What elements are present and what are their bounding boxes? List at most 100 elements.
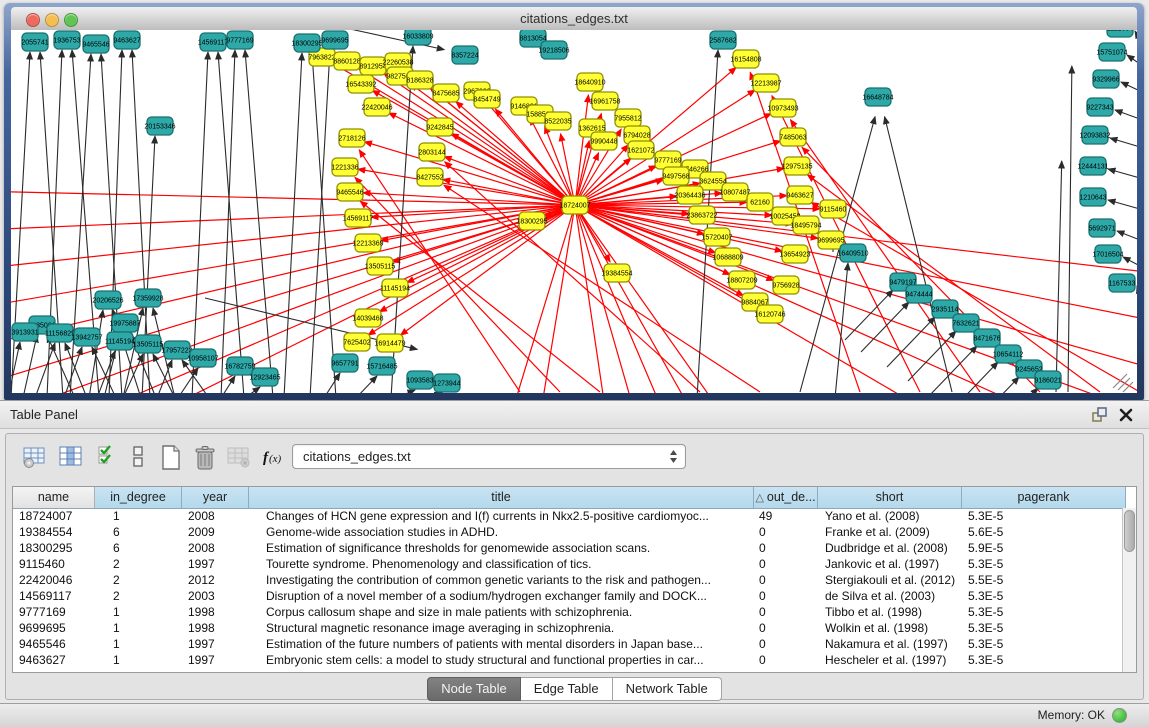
table-settings-button[interactable]: [20, 442, 50, 472]
new-column-button[interactable]: [156, 442, 186, 472]
graph-node[interactable]: 18495794: [790, 216, 821, 234]
graph-node[interactable]: 1221336: [331, 158, 358, 176]
graph-node[interactable]: 16914479: [374, 334, 405, 352]
table-row[interactable]: 2242004622012Investigating the contribut…: [13, 572, 1123, 588]
graph-node[interactable]: 13505115: [365, 257, 396, 275]
show-columns-button[interactable]: [56, 442, 86, 472]
graph-node[interactable]: 2803144: [418, 143, 445, 161]
graph-node[interactable]: 9756928: [772, 276, 799, 294]
graph-node[interactable]: 8357224: [451, 46, 478, 64]
graph-node[interactable]: 8471676: [973, 329, 1000, 347]
graph-node[interactable]: 9465546: [336, 183, 363, 201]
graph-node[interactable]: 9777169: [654, 151, 681, 169]
graph-node[interactable]: 9497568: [662, 167, 689, 185]
graph-node[interactable]: 9242845: [426, 118, 453, 136]
graph-node[interactable]: 2718126: [338, 129, 365, 147]
graph-node[interactable]: 16033809: [402, 30, 433, 45]
graph-node[interactable]: 5692971: [1088, 219, 1115, 237]
network-window-titlebar[interactable]: citations_edges.txt: [11, 7, 1137, 31]
graph-node[interactable]: 16543392: [345, 75, 376, 93]
graph-node[interactable]: 9115460: [820, 200, 847, 218]
column-header-short[interactable]: short: [818, 487, 962, 508]
graph-node[interactable]: 9699695: [321, 31, 348, 49]
graph-node[interactable]: 8454749: [473, 90, 500, 108]
graph-node[interactable]: 20206526: [92, 291, 123, 309]
graph-node[interactable]: 16648784: [862, 88, 893, 106]
table-row[interactable]: 977716911998Corpus callosum shape and si…: [13, 604, 1123, 620]
column-header-title[interactable]: title: [249, 487, 754, 508]
column-header-name[interactable]: name: [13, 487, 95, 508]
graph-node[interactable]: 15720407: [701, 228, 732, 246]
graph-node[interactable]: 9657791: [331, 354, 358, 372]
table-row[interactable]: 911546021997Tourette syndrome. Phenomeno…: [13, 556, 1123, 572]
select-rows-button[interactable]: [94, 442, 124, 472]
graph-node[interactable]: 22420046: [361, 98, 392, 116]
graph-node[interactable]: 9463627: [113, 31, 140, 49]
graph-node[interactable]: 13654923: [779, 245, 810, 263]
graph-node[interactable]: 19384554: [601, 264, 632, 282]
graph-node[interactable]: 10688809: [712, 248, 743, 266]
graph-node[interactable]: 19218506: [538, 41, 569, 59]
graph-node[interactable]: 13942757: [71, 328, 102, 346]
table-row[interactable]: 1830029562008Estimation of significance …: [13, 540, 1123, 556]
graph-node[interactable]: 7625402: [343, 333, 370, 351]
graph-node[interactable]: 10958107: [187, 349, 218, 367]
graph-node[interactable]: 12213987: [750, 74, 781, 92]
graph-node[interactable]: 12093832: [1079, 126, 1110, 144]
graph-node[interactable]: 1093583: [406, 371, 433, 389]
graph-node[interactable]: 10973493: [767, 99, 798, 117]
graph-node[interactable]: 14569117: [198, 33, 229, 51]
window-resize-grip[interactable]: [1113, 374, 1133, 392]
function-builder-button[interactable]: f (x): [258, 442, 288, 472]
graph-node[interactable]: 1210643: [1079, 188, 1106, 206]
table-row[interactable]: 969969511998Structural magnetic resonanc…: [13, 620, 1123, 636]
column-header-out_de[interactable]: △out_de...: [754, 487, 818, 508]
graph-node[interactable]: 8186328: [406, 71, 433, 89]
graph-node[interactable]: 18300295: [291, 34, 322, 52]
graph-node[interactable]: 14569117: [343, 209, 374, 227]
delete-column-button[interactable]: [190, 442, 220, 472]
graph-node[interactable]: 23863722: [686, 206, 717, 224]
graph-node[interactable]: 18640910: [574, 73, 605, 91]
graph-node[interactable]: 19975887: [109, 314, 140, 332]
table-scrollbar[interactable]: [1122, 508, 1136, 672]
graph-node[interactable]: 11145194: [105, 332, 135, 350]
graph-node[interactable]: 12444131: [1077, 157, 1108, 175]
column-header-year[interactable]: year: [182, 487, 249, 508]
table-row[interactable]: 1456911722003Disruption of a novel membe…: [13, 588, 1123, 604]
graph-node[interactable]: 18807209: [726, 271, 757, 289]
graph-node[interactable]: 20153346: [144, 117, 175, 135]
float-panel-icon[interactable]: [1091, 406, 1109, 424]
graph-node[interactable]: 9463627: [786, 186, 813, 204]
graph-node[interactable]: 17016504: [1092, 245, 1123, 263]
network-window[interactable]: citations_edges.txt 18724007796382288601…: [4, 3, 1144, 400]
graph-node[interactable]: 9465546: [82, 35, 109, 53]
graph-node[interactable]: 8860128: [333, 52, 360, 70]
graph-node[interactable]: 9329966: [1092, 70, 1119, 88]
graph-node[interactable]: 16154808: [730, 50, 761, 68]
graph-node[interactable]: 18724007: [559, 196, 590, 214]
graph-node[interactable]: 14039468: [352, 309, 383, 327]
graph-node[interactable]: 20364436: [674, 186, 705, 204]
graph-node[interactable]: 1936753: [53, 31, 80, 49]
table-row[interactable]: 946554611997Estimation of the future num…: [13, 636, 1123, 652]
graph-node[interactable]: 7485063: [779, 128, 806, 146]
graph-node[interactable]: 18300295: [516, 212, 547, 230]
graph-node[interactable]: 9777169: [226, 31, 253, 49]
delete-table-button[interactable]: [224, 442, 254, 472]
graph-node[interactable]: 15751074: [1096, 43, 1127, 61]
column-header-in_degree[interactable]: in_degree: [95, 487, 182, 508]
network-view-canvas[interactable]: 1872400779638228860128891295422260538982…: [11, 30, 1137, 393]
graph-node[interactable]: 17359928: [132, 289, 163, 307]
graph-node[interactable]: 9227343: [1086, 98, 1113, 116]
column-header-pagerank[interactable]: pagerank: [962, 487, 1126, 508]
row-height-button[interactable]: [126, 442, 156, 472]
graph-node[interactable]: 2587682: [709, 31, 736, 49]
graph-node[interactable]: 2055741: [21, 33, 48, 51]
table-row[interactable]: 1938455462009Genome-wide association stu…: [13, 524, 1123, 540]
tab-edge-table[interactable]: Edge Table: [521, 677, 613, 701]
graph-node[interactable]: 16961758: [589, 92, 620, 110]
table-selector-dropdown[interactable]: citations_edges.txt: [292, 444, 686, 469]
network-graph[interactable]: 1872400779638228860128891295422260538982…: [11, 30, 1137, 393]
graph-node[interactable]: 12213369: [352, 234, 383, 252]
